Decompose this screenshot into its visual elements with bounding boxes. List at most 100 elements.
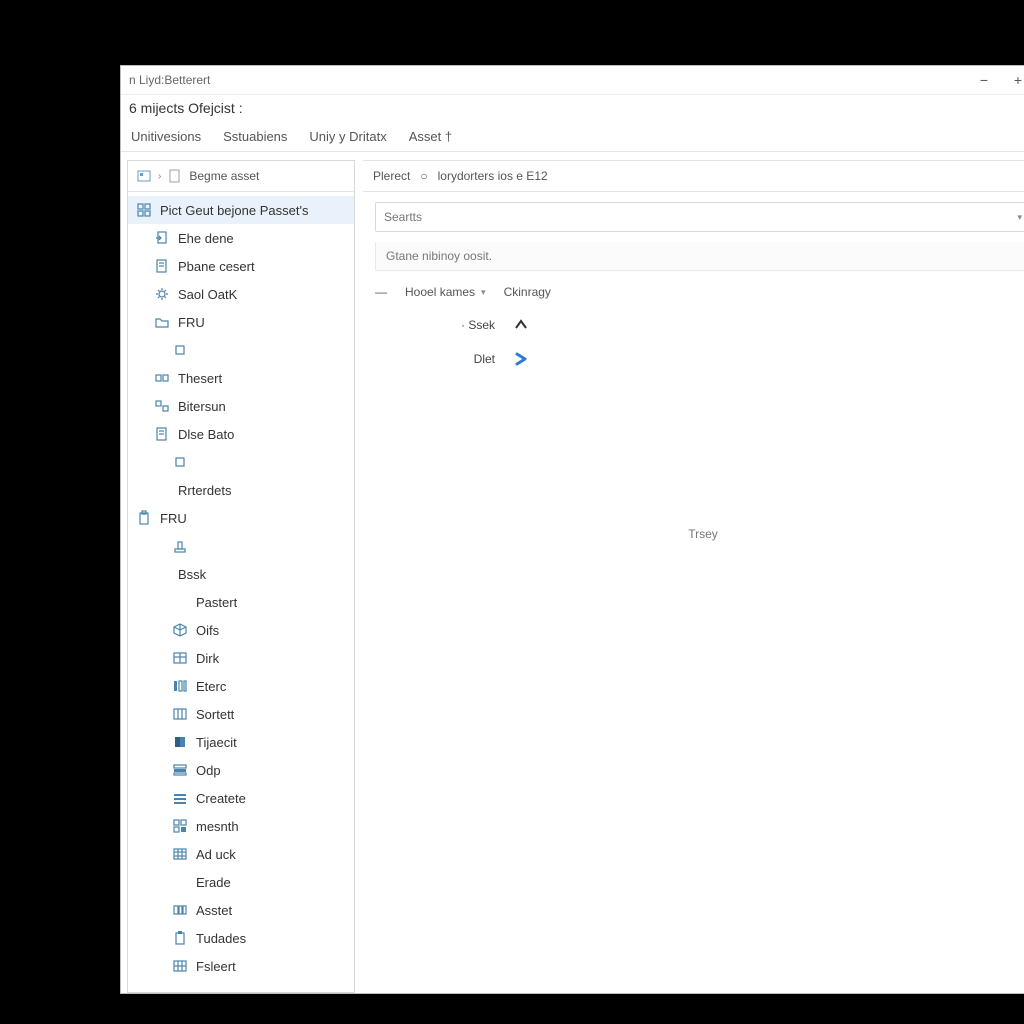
grid6-icon xyxy=(172,958,188,974)
list-item-label: · Ssek xyxy=(375,318,499,332)
square-icon xyxy=(172,454,188,470)
tree-node-label: Oifs xyxy=(196,623,219,638)
breadcrumb-a[interactable]: Plerect xyxy=(373,169,410,183)
tree-node-0[interactable]: Pict Geut bejone Passet's xyxy=(128,196,354,224)
none-icon xyxy=(154,482,170,498)
tree-node-label: Createte xyxy=(196,791,246,806)
tree-node-label: Pastert xyxy=(196,595,237,610)
tree-node-18[interactable]: Sortett xyxy=(128,700,354,728)
tree-node-17[interactable]: Eterc xyxy=(128,672,354,700)
tree-node-20[interactable]: Odp xyxy=(128,756,354,784)
breadcrumb[interactable]: Plerect ○ lorydorters ios e E12 xyxy=(363,161,1024,192)
tree-node-22[interactable]: mesnth xyxy=(128,812,354,840)
grid4-icon xyxy=(172,818,188,834)
tree-node-27[interactable]: Fsleert xyxy=(128,952,354,980)
search-placeholder: Seartts xyxy=(384,210,422,224)
tree-node-12[interactable] xyxy=(128,532,354,560)
tree-node-label: Pbane cesert xyxy=(178,259,255,274)
tree-node-26[interactable]: Tudades xyxy=(128,924,354,952)
tree-node-3[interactable]: Saol OatK xyxy=(128,280,354,308)
tree-node-1[interactable]: Ehe dene xyxy=(128,224,354,252)
tree-node-label: Erade xyxy=(196,875,231,890)
tree-node-label: Rrterdets xyxy=(178,483,231,498)
tree-node-label: Asstet xyxy=(196,903,232,918)
tree-node-label: Ehe dene xyxy=(178,231,234,246)
tree-node-11[interactable]: FRU xyxy=(128,504,354,532)
empty-state: Trsey xyxy=(375,527,1024,541)
option-a-label: Hooel kames xyxy=(405,285,475,299)
tree-node-label: Thesert xyxy=(178,371,222,386)
lines-icon xyxy=(172,790,188,806)
tree-node-14[interactable]: Pastert xyxy=(128,588,354,616)
dropdown-caret-icon[interactable]: ▾ xyxy=(1017,212,1022,223)
square-icon xyxy=(172,342,188,358)
minimize-button[interactable]: − xyxy=(967,72,1001,88)
tree-node-25[interactable]: Asstet xyxy=(128,896,354,924)
list-item[interactable]: Dlet xyxy=(375,351,1024,367)
gear-icon xyxy=(154,286,170,302)
tree-node-label: Ad uck xyxy=(196,847,236,862)
home-icon xyxy=(136,168,152,184)
arrow-up-icon xyxy=(513,317,529,333)
cube-icon xyxy=(172,622,188,638)
chevron-right-icon: › xyxy=(158,171,161,182)
sidebar: › Begme asset Pict Geut bejone Passet's E… xyxy=(127,160,355,993)
tree-node-4[interactable]: FRU xyxy=(128,308,354,336)
list-item-label: Dlet xyxy=(375,352,499,366)
option-a[interactable]: Hooel kames ▾ xyxy=(405,285,486,299)
tree-node-label: Tudades xyxy=(196,931,246,946)
page-icon xyxy=(154,426,170,442)
tree-node-5[interactable] xyxy=(128,336,354,364)
tree-node-15[interactable]: Oifs xyxy=(128,616,354,644)
rows-icon xyxy=(172,762,188,778)
tree-node-16[interactable]: Dirk xyxy=(128,644,354,672)
tree-node-9[interactable] xyxy=(128,448,354,476)
tree-node-10[interactable]: Rrterdets xyxy=(128,476,354,504)
search-input[interactable]: Seartts ▾ xyxy=(375,202,1024,232)
sidebar-header-label: Begme asset xyxy=(189,169,259,183)
page-icon xyxy=(167,168,183,184)
columns-icon xyxy=(172,678,188,694)
tree-node-8[interactable]: Dlse Bato xyxy=(128,420,354,448)
main-panel: Plerect ○ lorydorters ios e E12 Seartts … xyxy=(363,160,1024,993)
tab-1[interactable]: Sstuabiens xyxy=(221,125,289,148)
tree-node-21[interactable]: Createte xyxy=(128,784,354,812)
tree-node-13[interactable]: Bssk xyxy=(128,560,354,588)
tab-3[interactable]: Asset † xyxy=(407,125,454,148)
option-b[interactable]: Ckinragy xyxy=(504,285,551,299)
window-subtitle: 6 mijects Ofejcist : xyxy=(121,95,1024,121)
tree-node-label: Dlse Bato xyxy=(178,427,234,442)
tree-node-label: FRU xyxy=(178,315,205,330)
tree-node-23[interactable]: Ad uck xyxy=(128,840,354,868)
titlebar: n Liyd:Betterert − + xyxy=(121,66,1024,95)
tree-node-label: mesnth xyxy=(196,819,239,834)
breadcrumb-b[interactable]: lorydorters ios e E12 xyxy=(438,169,548,183)
grid3-icon xyxy=(172,706,188,722)
grid-icon xyxy=(136,202,152,218)
tabstrip: Unitivesions Sstuabiens Uniy y Dritatx A… xyxy=(121,121,1024,152)
stamp-icon xyxy=(172,538,188,554)
tree-node-6[interactable]: Thesert xyxy=(128,364,354,392)
breadcrumb-sep-icon: ○ xyxy=(420,169,427,183)
clipboard2-icon xyxy=(172,930,188,946)
list-item[interactable]: · Ssek xyxy=(375,317,1024,333)
sidebar-tree[interactable]: Pict Geut bejone Passet's Ehe dene Pbane c… xyxy=(128,192,354,992)
tree-node-label: Sortett xyxy=(196,707,234,722)
tab-0[interactable]: Unitivesions xyxy=(129,125,203,148)
new-tab-button[interactable]: + xyxy=(1001,72,1024,88)
tree-node-19[interactable]: Tijaecit xyxy=(128,728,354,756)
tree-node-label: Tijaecit xyxy=(196,735,237,750)
tree-node-label: Saol OatK xyxy=(178,287,237,302)
tree-node-label: Fsleert xyxy=(196,959,236,974)
book-icon xyxy=(172,734,188,750)
tree-node-2[interactable]: Pbane cesert xyxy=(128,252,354,280)
sidebar-header[interactable]: › Begme asset xyxy=(128,161,354,192)
table-icon xyxy=(172,650,188,666)
chevron-down-icon: ▾ xyxy=(481,287,486,298)
window-title: n Liyd:Betterert xyxy=(129,73,210,87)
tree-node-24[interactable]: Erade xyxy=(128,868,354,896)
none-icon xyxy=(172,594,188,610)
tree-node-7[interactable]: Bitersun xyxy=(128,392,354,420)
app-window: n Liyd:Betterert − + 6 mijects Ofejcist … xyxy=(120,65,1024,994)
tab-2[interactable]: Uniy y Dritatx xyxy=(307,125,388,148)
